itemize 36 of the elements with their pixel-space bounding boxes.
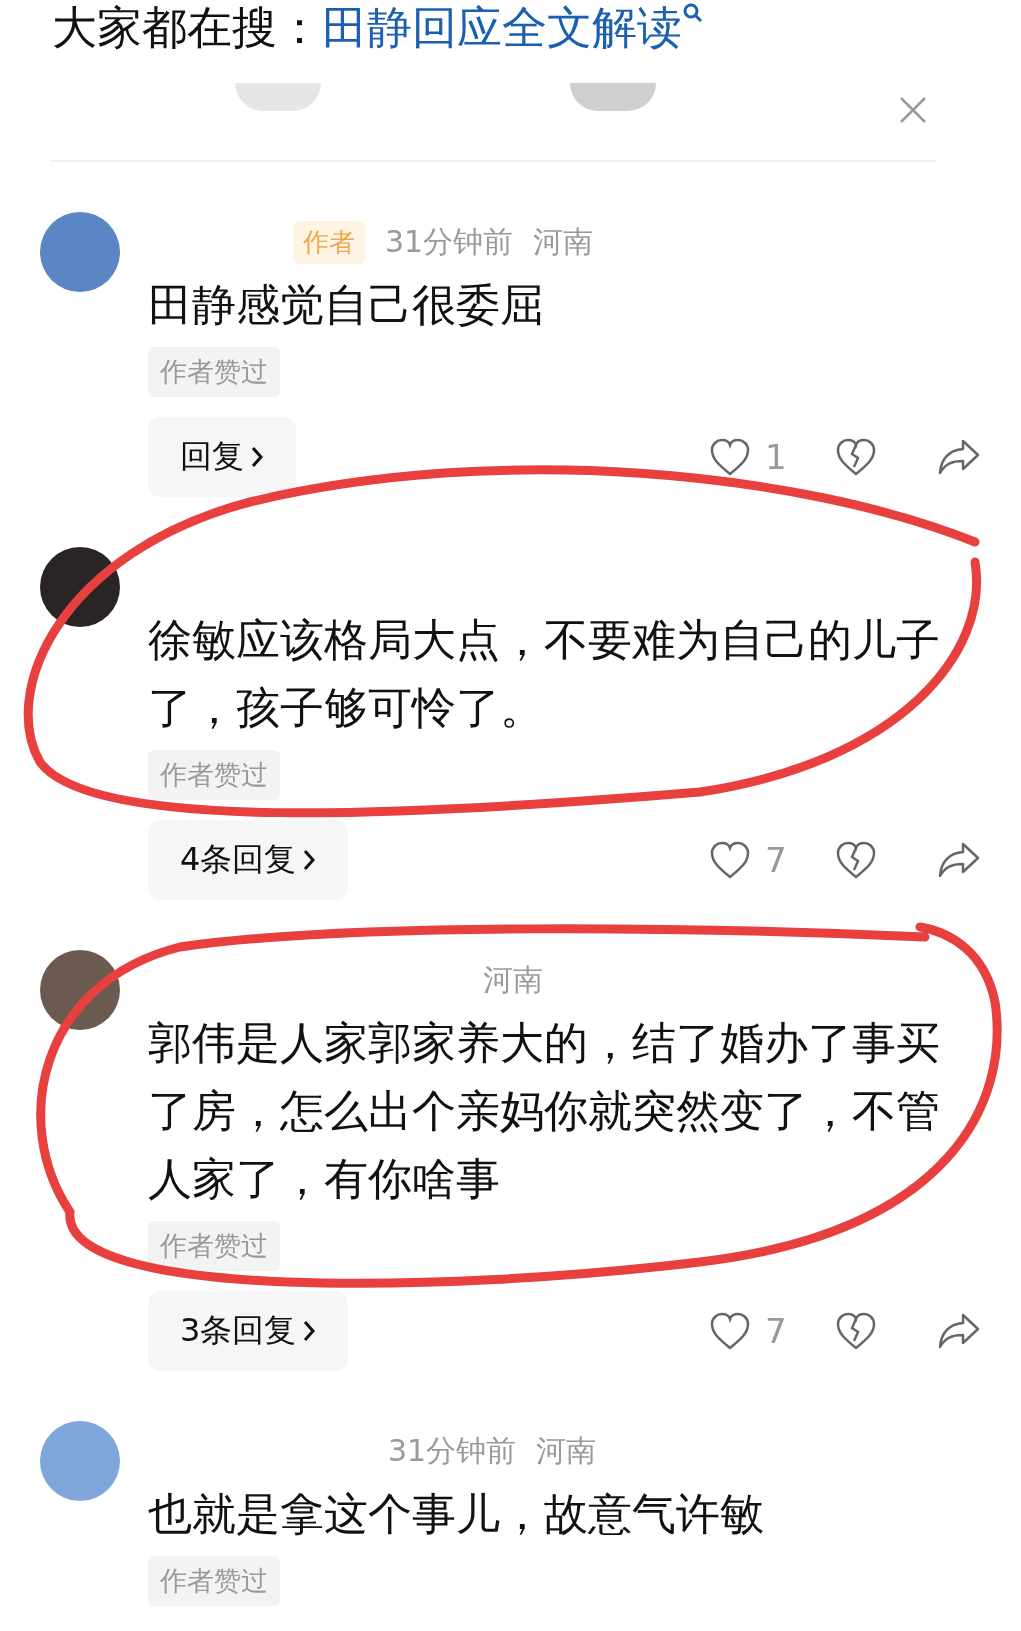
comment-text: 徐敏应该格局大点，不要难为自己的儿子了，孩子够可怜了。	[148, 613, 941, 735]
author-liked-badge: 作者赞过	[148, 347, 280, 397]
comment-location: 河南	[483, 960, 543, 999]
share-icon[interactable]	[937, 437, 981, 477]
comment-time: 31分钟前	[388, 1431, 517, 1470]
author-liked-badge: 作者赞过	[148, 1221, 280, 1271]
comment-location: 河南	[533, 222, 594, 261]
broken-heart-icon[interactable]	[835, 437, 877, 477]
comment-time: 31分钟前	[385, 222, 514, 261]
heart-icon[interactable]	[709, 437, 751, 477]
trending-link[interactable]: 田静回应全文解读	[322, 0, 682, 58]
like-count: 7	[764, 840, 788, 880]
reply-button[interactable]: 3条回复	[148, 1291, 349, 1371]
close-icon[interactable]	[898, 95, 928, 125]
reply-button[interactable]: 回复	[148, 417, 296, 497]
comment-text: 郭伟是人家郭家养大的，结了婚办了事买了房，怎么出个亲妈你就突然变了，不管人家了，有你啥事	[148, 1016, 941, 1206]
like-count: 7	[764, 1311, 788, 1351]
comment-location: 河南	[536, 1431, 597, 1470]
chevron-icon	[250, 445, 264, 469]
search-icon	[682, 2, 704, 24]
comment-text: 也就是拿这个事儿，故意气许敏	[148, 1487, 765, 1541]
reply-button[interactable]: 4条回复	[148, 820, 349, 900]
comment-text: 田静感觉自己很委屈	[148, 278, 545, 332]
author-liked-badge: 作者赞过	[148, 1556, 280, 1606]
share-icon[interactable]	[937, 840, 981, 880]
broken-heart-icon[interactable]	[835, 1311, 877, 1351]
chevron-icon	[302, 848, 317, 872]
heart-icon[interactable]	[709, 1311, 751, 1351]
author-tag: 作者	[293, 220, 365, 264]
broken-heart-icon[interactable]	[835, 840, 877, 880]
heart-icon[interactable]	[709, 840, 751, 880]
like-count: 1	[764, 437, 788, 477]
search-label: 大家都在搜：	[52, 0, 322, 56]
chevron-icon	[302, 1319, 317, 1343]
share-icon[interactable]	[937, 1311, 981, 1351]
author-liked-badge: 作者赞过	[148, 750, 280, 800]
